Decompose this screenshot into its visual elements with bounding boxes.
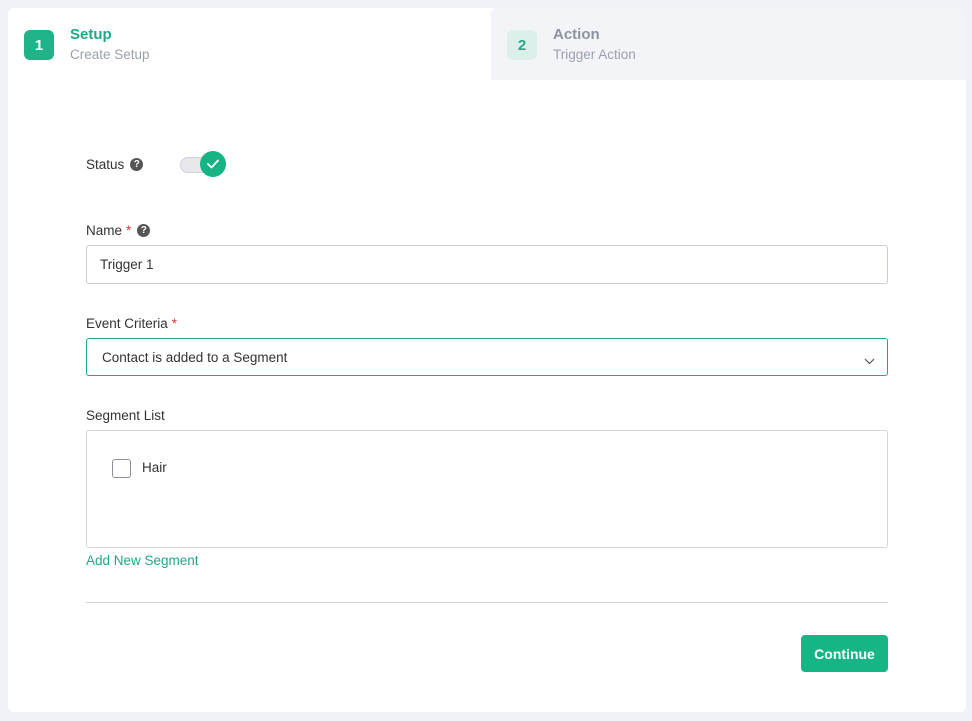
segment-checkbox-hair[interactable] <box>112 459 131 478</box>
chevron-down-icon <box>864 353 875 368</box>
step-title: Setup <box>70 26 112 43</box>
event-criteria-select[interactable]: Contact is added to a Segment <box>86 338 888 376</box>
status-label: Status <box>86 157 125 172</box>
step-title: Action <box>553 26 600 43</box>
step-number: 2 <box>507 30 537 60</box>
step-subtitle: Trigger Action <box>553 47 636 62</box>
required-mark: * <box>126 223 132 238</box>
required-mark: * <box>171 316 178 331</box>
continue-button[interactable]: Continue <box>801 635 888 672</box>
stepper: 1 Setup Create Setup 2 Action Trigger Ac… <box>8 8 966 80</box>
step-action[interactable]: 2 Action Trigger Action <box>491 8 966 80</box>
question-circle-icon[interactable]: ? <box>137 224 151 237</box>
segment-item-label: Hair <box>142 460 167 475</box>
question-circle-icon[interactable]: ? <box>130 158 144 171</box>
name-input-value: Trigger 1 <box>100 257 154 272</box>
trigger-setup-card: 1 Setup Create Setup 2 Action Trigger Ac… <box>8 8 966 712</box>
divider <box>86 602 888 603</box>
name-input[interactable]: Trigger 1 <box>86 245 888 284</box>
step-subtitle: Create Setup <box>70 47 150 62</box>
name-label-row: Name * ? <box>86 223 151 238</box>
check-icon <box>200 151 226 177</box>
event-criteria-label: Event Criteria <box>86 316 168 331</box>
segment-list-label: Segment List <box>86 408 165 423</box>
event-criteria-label-row: Event Criteria * <box>86 316 177 331</box>
status-toggle[interactable] <box>180 151 228 179</box>
segment-list-label-text: Segment List <box>86 408 165 423</box>
add-new-segment-link[interactable]: Add New Segment <box>86 553 199 568</box>
name-label: Name <box>86 223 123 238</box>
status-label-row: Status ? <box>86 157 144 172</box>
segment-list-box: Hair <box>86 430 888 548</box>
step-number: 1 <box>24 30 54 60</box>
step-setup[interactable]: 1 Setup Create Setup <box>8 8 483 80</box>
event-criteria-selected: Contact is added to a Segment <box>102 349 288 365</box>
